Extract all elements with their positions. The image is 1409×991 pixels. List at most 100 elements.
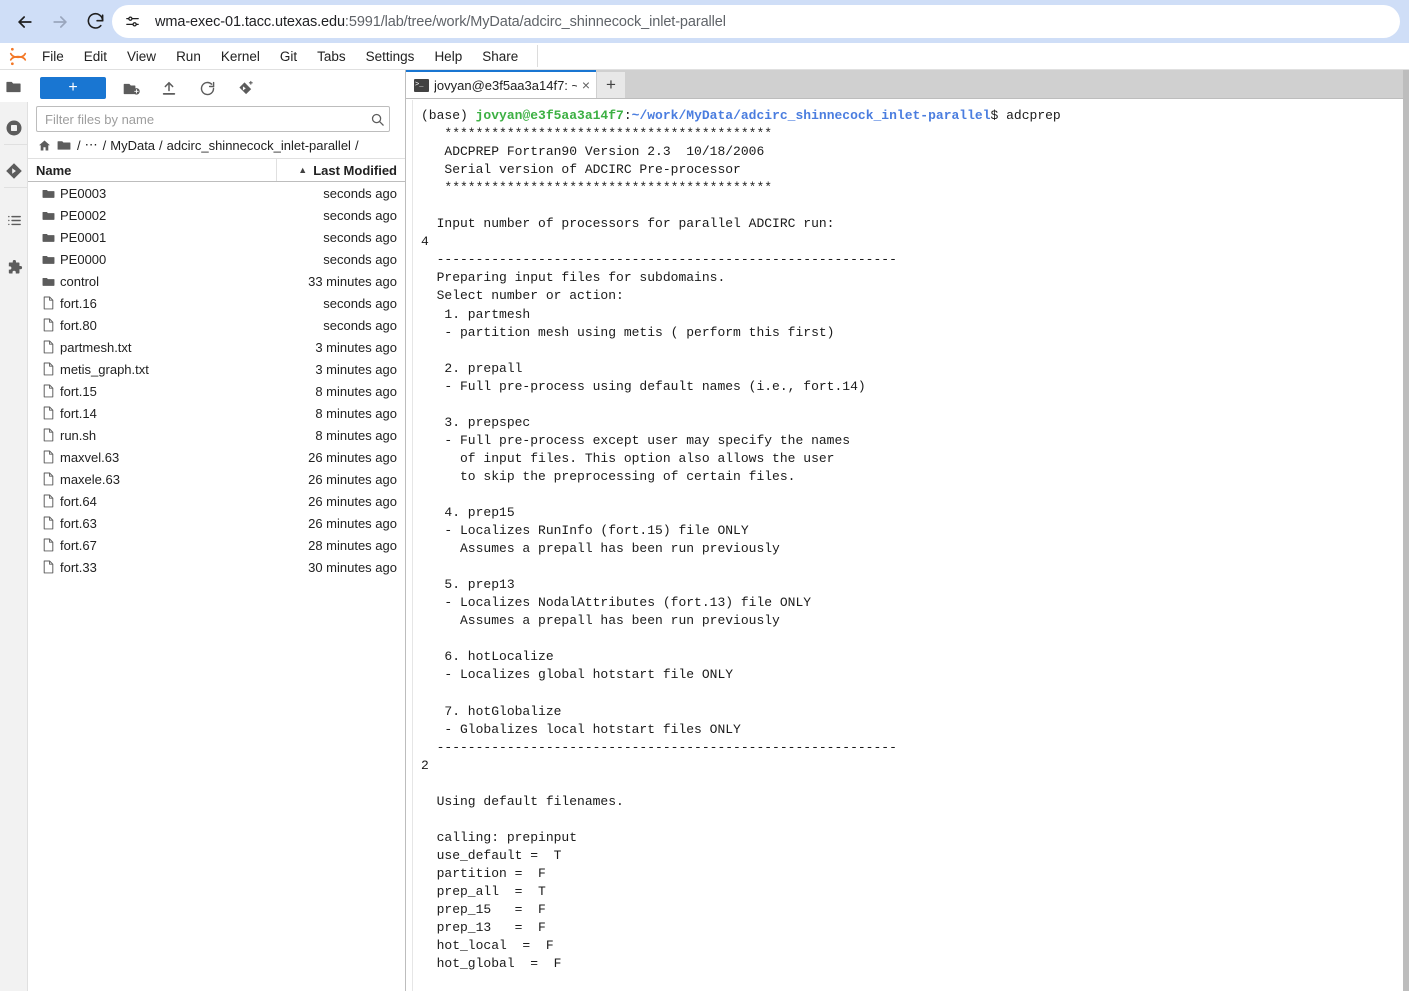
file-item-modified: 26 minutes ago — [308, 493, 397, 509]
menu-run[interactable]: Run — [167, 46, 210, 67]
file-item-modified: seconds ago — [323, 295, 397, 311]
file-list-item[interactable]: metis_graph.txt 3 minutes ago — [28, 358, 405, 380]
new-folder-icon[interactable] — [118, 76, 144, 100]
address-bar-url: wma-exec-01.tacc.utexas.edu:5991/lab/tre… — [155, 13, 726, 30]
menu-edit[interactable]: Edit — [75, 46, 116, 67]
file-item-name: PE0002 — [60, 207, 107, 223]
folder-icon — [36, 187, 60, 200]
home-icon[interactable] — [38, 139, 51, 152]
sidebar-item-git[interactable] — [0, 155, 28, 187]
file-browser-panel: + / ⋯ / MyData / adc — [28, 70, 406, 991]
file-list-item[interactable]: fort.64 26 minutes ago — [28, 490, 405, 512]
sidebar-item-extension-manager[interactable] — [0, 252, 28, 284]
file-browser-toolbar: + — [28, 70, 405, 106]
file-item-modified: 26 minutes ago — [308, 449, 397, 465]
file-list-item[interactable]: PE0002 seconds ago — [28, 204, 405, 226]
column-header-last-modified[interactable]: ▲ Last Modified — [277, 159, 405, 181]
terminal-prompt-userhost: jovyan@e3f5aa3a14f7 — [475, 108, 624, 123]
jupyter-logo-icon — [4, 43, 32, 69]
tab-terminal[interactable]: >_ jovyan@e3f5aa3a14f7: ~/w × — [406, 70, 596, 98]
file-list-item[interactable]: maxele.63 26 minutes ago — [28, 468, 405, 490]
file-filter-box[interactable] — [36, 106, 390, 132]
terminal-scrollbar[interactable] — [1403, 70, 1409, 991]
menu-view[interactable]: View — [118, 46, 165, 67]
site-settings-icon[interactable] — [117, 7, 147, 37]
file-list-item[interactable]: PE0001 seconds ago — [28, 226, 405, 248]
file-list-item[interactable]: fort.16 seconds ago — [28, 292, 405, 314]
file-item-name: maxele.63 — [60, 471, 120, 487]
file-item-modified: seconds ago — [323, 317, 397, 333]
new-git-checkout-icon[interactable] — [232, 76, 258, 100]
file-item-name: maxvel.63 — [60, 449, 120, 465]
file-item-name: control — [60, 273, 100, 289]
file-item-modified: seconds ago — [323, 185, 397, 201]
breadcrumb-segment-mydata[interactable]: MyData — [110, 138, 155, 153]
file-list-item[interactable]: PE0000 seconds ago — [28, 248, 405, 270]
file-item-name: fort.64 — [60, 493, 97, 509]
folder-icon — [36, 253, 60, 266]
breadcrumb-root-folder-icon[interactable] — [57, 138, 71, 152]
file-item-modified: 8 minutes ago — [315, 405, 397, 421]
search-input[interactable] — [37, 111, 365, 127]
file-item-modified: 28 minutes ago — [308, 537, 397, 553]
menu-settings[interactable]: Settings — [357, 46, 424, 67]
upload-icon[interactable] — [156, 76, 182, 100]
file-item-name: fort.80 — [60, 317, 97, 333]
file-icon — [36, 538, 60, 552]
menu-help[interactable]: Help — [425, 46, 471, 67]
file-item-name: metis_graph.txt — [60, 361, 149, 377]
sidebar-item-table-of-contents[interactable] — [0, 204, 28, 236]
terminal-prompt-colon: : — [623, 108, 632, 123]
menu-share[interactable]: Share — [473, 46, 527, 67]
file-list-item[interactable]: fort.67 28 minutes ago — [28, 534, 405, 556]
column-header-name[interactable]: Name — [28, 159, 277, 181]
file-list-item[interactable]: fort.33 30 minutes ago — [28, 556, 405, 578]
file-list-item[interactable]: fort.63 26 minutes ago — [28, 512, 405, 534]
file-item-name: fort.33 — [60, 559, 97, 575]
refresh-icon[interactable] — [194, 76, 220, 100]
file-icon — [36, 296, 60, 310]
sort-ascending-caret-icon: ▲ — [298, 165, 308, 175]
address-bar[interactable]: wma-exec-01.tacc.utexas.edu:5991/lab/tre… — [112, 5, 1400, 38]
terminal-prompt-command: $ adcprep — [990, 108, 1061, 123]
forward-arrow-icon[interactable] — [47, 9, 73, 35]
menu-kernel[interactable]: Kernel — [212, 46, 269, 67]
file-item-modified: 33 minutes ago — [308, 273, 397, 289]
terminal-panel[interactable]: (base) jovyan@e3f5aa3a14f7:~/work/MyData… — [412, 100, 1409, 991]
back-arrow-icon[interactable] — [12, 9, 38, 35]
file-item-name: run.sh — [60, 427, 97, 443]
file-list-item[interactable]: control 33 minutes ago — [28, 270, 405, 292]
menu-tabs[interactable]: Tabs — [308, 46, 355, 67]
menu-file[interactable]: File — [33, 46, 73, 67]
file-list-item[interactable]: fort.15 8 minutes ago — [28, 380, 405, 402]
search-icon — [365, 112, 389, 127]
terminal-prompt-path: ~/work/MyData/adcirc_shinnecock_inlet-pa… — [631, 108, 991, 123]
file-icon — [36, 406, 60, 420]
file-item-modified: seconds ago — [323, 229, 397, 245]
close-icon[interactable]: × — [582, 78, 590, 92]
file-item-name: PE0003 — [60, 185, 107, 201]
file-list-item[interactable]: fort.80 seconds ago — [28, 314, 405, 336]
file-icon — [36, 362, 60, 376]
file-list-item[interactable]: partmesh.txt 3 minutes ago — [28, 336, 405, 358]
file-list-item[interactable]: fort.14 8 minutes ago — [28, 402, 405, 424]
main-dock-area: >_ jovyan@e3f5aa3a14f7: ~/w × + (base) j… — [406, 70, 1409, 991]
sidebar-item-running-sessions[interactable] — [0, 112, 28, 144]
file-item-name: fort.14 — [60, 405, 97, 421]
file-list-item[interactable]: run.sh 8 minutes ago — [28, 424, 405, 446]
breadcrumb-separator-0: / — [77, 137, 81, 153]
file-item-modified: seconds ago — [323, 207, 397, 223]
breadcrumb-segment-project[interactable]: adcirc_shinnecock_inlet-parallel — [167, 138, 351, 153]
new-launcher-button[interactable]: + — [40, 77, 106, 99]
file-icon — [36, 516, 60, 530]
reload-icon[interactable] — [82, 9, 108, 35]
menu-git[interactable]: Git — [271, 46, 306, 67]
file-icon — [36, 450, 60, 464]
sidebar-item-file-browser[interactable] — [0, 70, 28, 102]
breadcrumb-ellipsis[interactable]: ⋯ — [85, 137, 99, 153]
file-item-modified: seconds ago — [323, 251, 397, 267]
add-tab-button[interactable]: + — [597, 72, 625, 98]
file-list-item[interactable]: PE0003 seconds ago — [28, 182, 405, 204]
file-item-name: PE0001 — [60, 229, 107, 245]
file-list-item[interactable]: maxvel.63 26 minutes ago — [28, 446, 405, 468]
